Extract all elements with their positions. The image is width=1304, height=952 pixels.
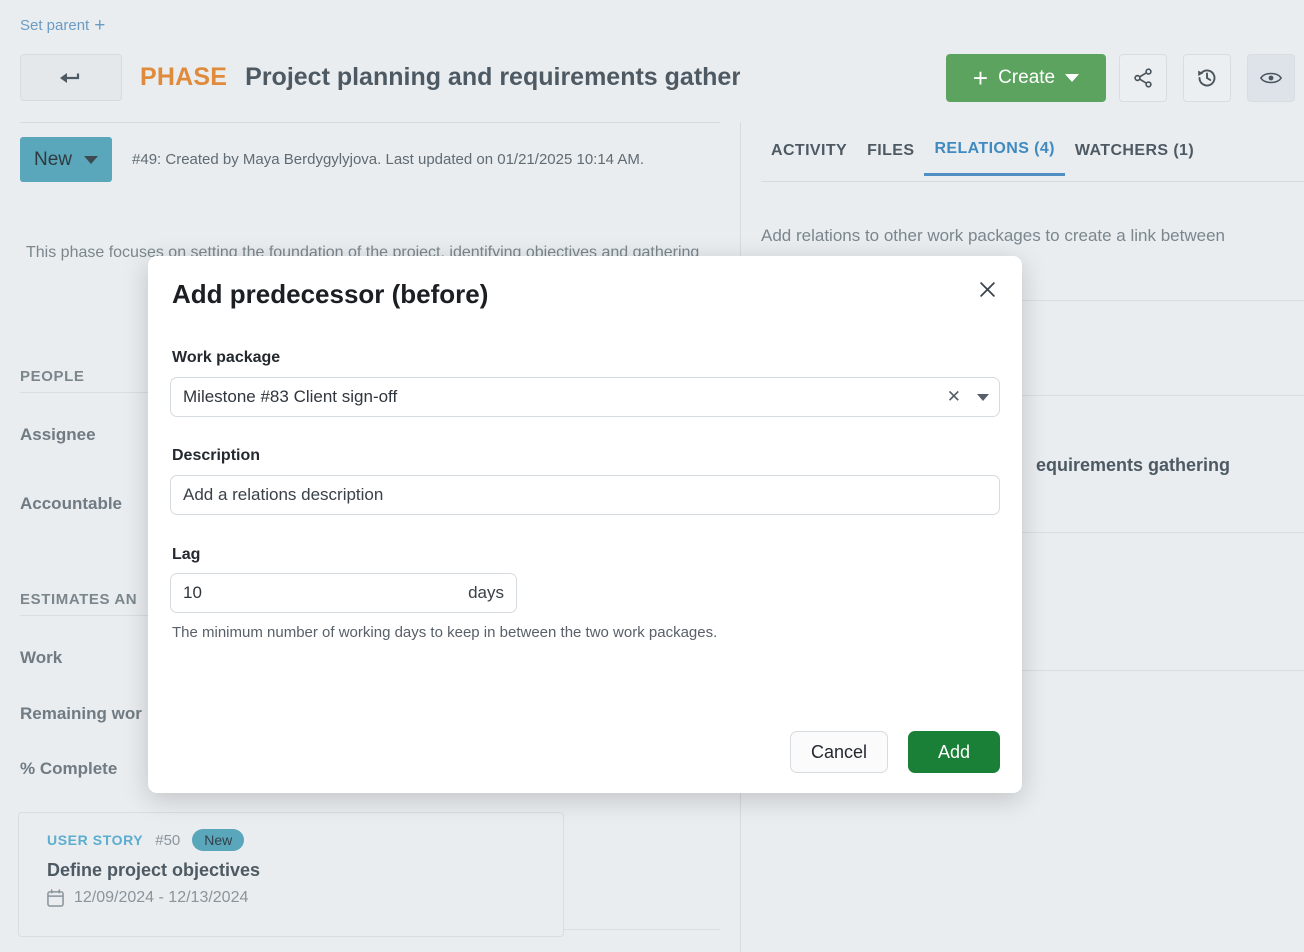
remaining-work-label: Remaining wor (20, 704, 142, 724)
relation-row-title[interactable]: equirements gathering (1036, 455, 1230, 476)
percent-complete-label: % Complete (20, 759, 117, 779)
tab-activity[interactable]: ACTIVITY (761, 126, 857, 175)
dialog-title: Add predecessor (before) (172, 279, 488, 310)
back-button[interactable] (20, 54, 122, 101)
clear-x-icon[interactable]: ✕ (947, 387, 961, 407)
history-button[interactable] (1183, 54, 1231, 102)
calendar-icon (47, 889, 64, 907)
set-parent-link[interactable]: Set parent + (20, 16, 105, 35)
tab-divider (761, 181, 1304, 182)
assignee-label: Assignee (20, 425, 96, 445)
tab-relations[interactable]: RELATIONS (4) (924, 124, 1064, 176)
work-package-selected-value: Milestone #83 Client sign-off (183, 387, 397, 407)
status-badge-label: New (34, 149, 72, 171)
header-divider (20, 122, 720, 123)
tab-files[interactable]: FILES (857, 126, 924, 175)
page-title: Project planning and requirements gather… (245, 63, 740, 92)
description-placeholder: Add a relations description (183, 485, 383, 505)
lag-field-label: Lag (172, 546, 200, 564)
back-arrow-icon (58, 70, 84, 86)
relation-card-dates-group: 12/09/2024 - 12/13/2024 (47, 889, 535, 907)
work-package-field-label: Work package (172, 349, 280, 367)
status-badge[interactable]: New (20, 137, 112, 182)
section-estimates: ESTIMATES AN (20, 591, 137, 608)
chevron-down-icon (84, 156, 98, 164)
select-actions: ✕ (947, 378, 989, 416)
create-button-label: Create (998, 67, 1055, 89)
section-people: PEOPLE (20, 368, 84, 385)
relation-status-badge: New (192, 829, 244, 851)
work-package-select[interactable]: Milestone #83 Client sign-off ✕ (170, 377, 1000, 417)
tab-bar: ACTIVITY FILES RELATIONS (4) WATCHERS (1… (741, 122, 1304, 178)
relation-card-dates: 12/09/2024 - 12/13/2024 (74, 889, 248, 907)
lag-input[interactable]: 10 days (170, 573, 517, 613)
lag-unit-label: days (468, 583, 504, 603)
relation-id: #50 (155, 832, 180, 849)
lag-value: 10 (183, 583, 202, 603)
activity-history-icon (1195, 66, 1219, 90)
close-icon[interactable] (972, 274, 1002, 304)
share-icon (1132, 67, 1154, 89)
description-field-label: Description (172, 447, 260, 465)
plus-icon: + (973, 65, 988, 91)
add-button[interactable]: Add (908, 731, 1000, 773)
chevron-down-icon[interactable] (977, 394, 989, 401)
relations-hint: Add relations to other work packages to … (761, 222, 1304, 250)
accountable-label: Accountable (20, 494, 122, 514)
lag-hint-text: The minimum number of working days to ke… (172, 624, 717, 641)
status-row: New #49: Created by Maya Berdygylyjova. … (20, 137, 644, 182)
work-label: Work (20, 648, 62, 668)
plus-icon: + (94, 16, 105, 35)
watch-button[interactable] (1247, 54, 1295, 102)
share-button[interactable] (1119, 54, 1167, 102)
relation-card-body: USER STORY #50 New Define project object… (19, 813, 563, 923)
relation-card[interactable]: USER STORY #50 New Define project object… (18, 812, 564, 937)
work-package-title-row: PHASE Project planning and requirements … (20, 54, 740, 101)
dialog-actions: Cancel Add (790, 731, 1000, 773)
work-package-meta: #49: Created by Maya Berdygylyjova. Last… (132, 151, 644, 168)
chevron-down-icon (1065, 74, 1079, 82)
work-package-type: PHASE (140, 63, 227, 92)
eye-watch-icon (1259, 68, 1283, 88)
add-predecessor-dialog: Add predecessor (before) Work package Mi… (148, 256, 1022, 793)
app-root: Set parent + PHASE Project planning and … (0, 0, 1304, 952)
relation-card-title[interactable]: Define project objectives (47, 860, 535, 881)
relation-type-label: USER STORY (47, 832, 143, 848)
cancel-button[interactable]: Cancel (790, 731, 888, 773)
tab-watchers[interactable]: WATCHERS (1) (1065, 126, 1204, 175)
create-button[interactable]: + Create (946, 54, 1106, 102)
description-input[interactable]: Add a relations description (170, 475, 1000, 515)
relation-card-meta: USER STORY #50 New (47, 829, 535, 851)
set-parent-label: Set parent (20, 17, 89, 34)
